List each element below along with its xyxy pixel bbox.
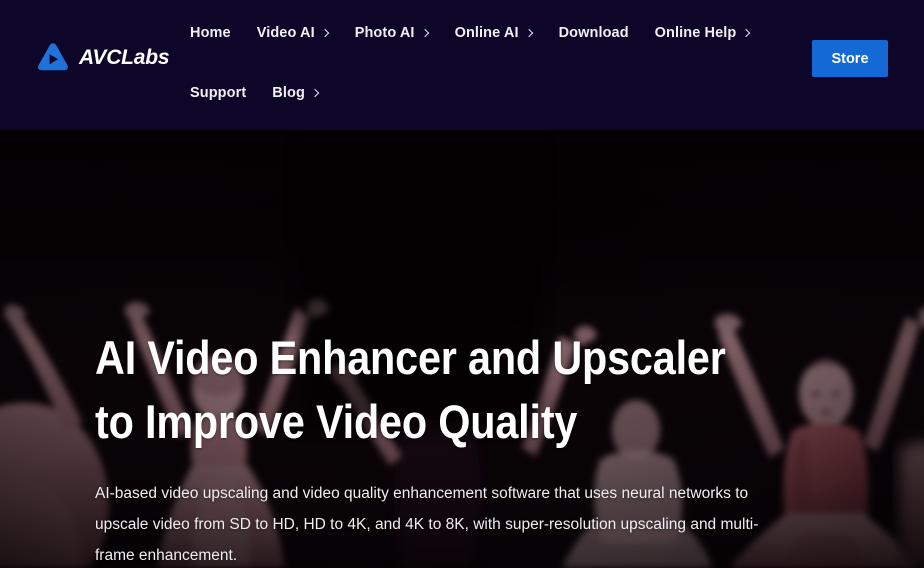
nav-item-online-help[interactable]: Online Help [655, 22, 751, 44]
nav-item-home[interactable]: Home [190, 22, 231, 44]
nav-item-blog[interactable]: Blog [272, 82, 319, 104]
play-triangle-logo-icon [38, 43, 68, 71]
brand-name: AVCLabs [79, 45, 170, 69]
site-header: AVCLabs Home Video AI Photo AI Online AI [0, 0, 924, 130]
nav-label: Video AI [256, 25, 315, 41]
nav-label: Online AI [454, 25, 519, 41]
nav-item-support[interactable]: Support [190, 82, 246, 104]
nav-item-video-ai[interactable]: Video AI [257, 22, 329, 44]
chevron-right-icon [526, 28, 533, 39]
nav-label: Blog [272, 85, 305, 101]
nav-label: Download [558, 25, 629, 41]
nav-item-download[interactable]: Download [559, 22, 629, 44]
store-button[interactable]: Store [812, 40, 888, 77]
brand-logo-link[interactable]: AVCLabs [36, 41, 170, 74]
hero-subtitle: AI-based video upscaling and video quali… [95, 484, 759, 564]
chevron-right-icon [422, 28, 429, 39]
hero-title: AI Video Enhancer and Upscaler to Improv… [95, 331, 726, 448]
chevron-right-icon [743, 28, 750, 39]
page-root: AVCLabs Home Video AI Photo AI Online AI [0, 0, 924, 568]
chevron-right-icon [322, 28, 329, 39]
main-navigation: Home Video AI Photo AI Online AI Downloa… [190, 0, 790, 130]
chevron-right-icon [312, 88, 319, 99]
nav-label: Online Help [654, 25, 737, 41]
nav-item-online-ai[interactable]: Online AI [455, 22, 533, 44]
hero-content: AI Video Enhancer and Upscaler to Improv… [95, 326, 815, 568]
header-inner: AVCLabs Home Video AI Photo AI Online AI [0, 0, 924, 130]
nav-label: Photo AI [354, 25, 415, 41]
nav-item-photo-ai[interactable]: Photo AI [355, 22, 429, 44]
nav-label: Support [190, 85, 247, 101]
hero-section: AI Video Enhancer and Upscaler to Improv… [0, 130, 924, 568]
nav-label: Home [190, 25, 231, 41]
